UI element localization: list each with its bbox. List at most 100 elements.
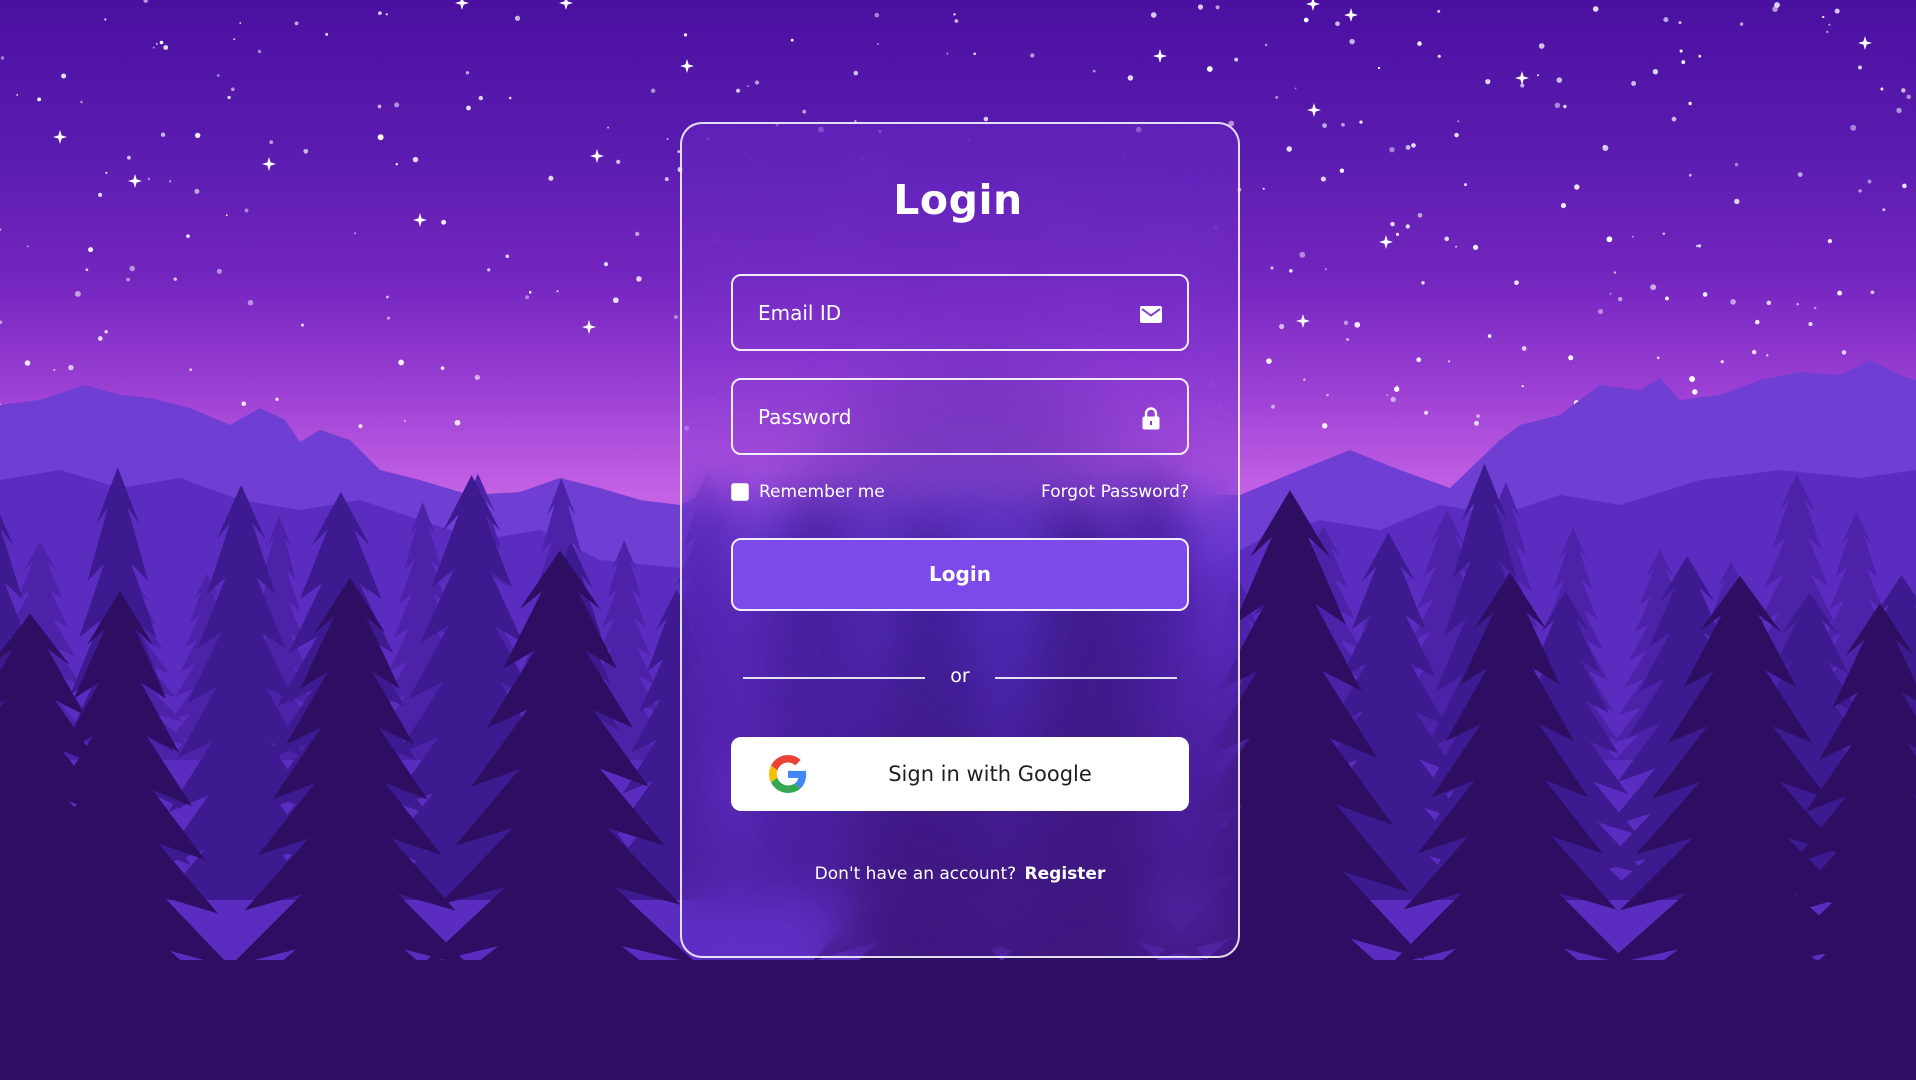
- star: [1650, 284, 1657, 291]
- star: [1485, 79, 1491, 85]
- email-input[interactable]: [733, 276, 1187, 349]
- star: [155, 42, 158, 45]
- star: [1698, 54, 1702, 58]
- star: [746, 85, 749, 88]
- sparkle: [455, 0, 469, 10]
- star: [528, 291, 532, 294]
- star: [440, 366, 445, 370]
- star: [127, 155, 131, 160]
- star: [1349, 38, 1355, 45]
- star: [525, 295, 530, 300]
- star: [1834, 8, 1840, 14]
- star: [394, 102, 400, 108]
- star: [173, 277, 177, 281]
- star: [650, 88, 656, 94]
- star: [1264, 43, 1268, 47]
- star: [412, 156, 419, 163]
- login-button[interactable]: Login: [731, 538, 1189, 611]
- star: [1521, 384, 1524, 388]
- star: [1454, 132, 1459, 138]
- star: [487, 268, 491, 272]
- star: [1335, 21, 1340, 27]
- star: [954, 19, 959, 23]
- star: [398, 359, 404, 366]
- sparkle: [582, 320, 596, 334]
- star: [673, 315, 678, 319]
- star: [1602, 145, 1609, 151]
- star: [1720, 360, 1724, 364]
- star: [1289, 269, 1293, 273]
- star: [556, 290, 559, 293]
- star: [1665, 296, 1669, 301]
- google-signin-button[interactable]: Sign in with Google: [731, 737, 1189, 811]
- star: [1826, 30, 1829, 34]
- star: [1688, 101, 1692, 106]
- star: [1416, 357, 1422, 363]
- star: [353, 232, 357, 235]
- star: [1487, 334, 1492, 338]
- star: [1538, 43, 1545, 49]
- star: [1394, 386, 1400, 392]
- star: [0, 56, 5, 60]
- star: [26, 245, 29, 248]
- star: [1850, 124, 1857, 131]
- star: [616, 159, 621, 165]
- star: [1421, 281, 1425, 285]
- star: [1092, 69, 1096, 73]
- star: [1326, 393, 1329, 397]
- star: [1554, 102, 1561, 109]
- star: [403, 419, 406, 422]
- star: [1359, 120, 1363, 124]
- star: [1772, 6, 1778, 12]
- star: [104, 330, 108, 334]
- register-link[interactable]: Register: [1025, 864, 1106, 884]
- star: [508, 96, 512, 100]
- star: [1689, 376, 1696, 382]
- star: [24, 360, 31, 366]
- star: [129, 265, 135, 272]
- password-input[interactable]: [733, 380, 1187, 453]
- star: [1663, 17, 1669, 23]
- star: [466, 105, 471, 111]
- star: [1563, 104, 1567, 109]
- email-field[interactable]: [731, 274, 1189, 351]
- star: [97, 336, 103, 341]
- star: [53, 368, 56, 372]
- star: [1671, 116, 1677, 122]
- lock-icon: [1142, 407, 1160, 430]
- star: [1278, 323, 1285, 330]
- star: [16, 93, 19, 96]
- star: [0, 228, 2, 231]
- star: [377, 134, 384, 141]
- star: [1870, 290, 1875, 295]
- star: [474, 374, 480, 380]
- remember-me[interactable]: Remember me: [731, 482, 885, 502]
- star: [1906, 94, 1911, 100]
- star: [1215, 5, 1220, 10]
- sparkle: [680, 59, 694, 73]
- forgot-password-link[interactable]: Forgot Password?: [1041, 482, 1189, 502]
- star: [386, 316, 391, 320]
- star: [1411, 143, 1416, 148]
- password-field[interactable]: [731, 378, 1189, 455]
- star: [1837, 290, 1843, 296]
- star: [1734, 162, 1739, 167]
- star: [1521, 346, 1527, 351]
- star: [0, 320, 3, 325]
- star: [1321, 423, 1328, 429]
- star: [1303, 378, 1306, 381]
- star: [603, 262, 609, 267]
- star: [1444, 236, 1450, 242]
- remember-checkbox[interactable]: [731, 483, 749, 501]
- star: [1896, 107, 1902, 114]
- star: [635, 231, 640, 237]
- star: [37, 97, 41, 102]
- star: [1827, 238, 1833, 244]
- star: [1679, 49, 1683, 53]
- star: [1030, 53, 1035, 58]
- star: [1386, 394, 1389, 397]
- star: [1858, 65, 1862, 70]
- google-signin-label: Sign in with Google: [888, 762, 1092, 786]
- star: [1474, 420, 1479, 426]
- sparkle: [1344, 8, 1358, 22]
